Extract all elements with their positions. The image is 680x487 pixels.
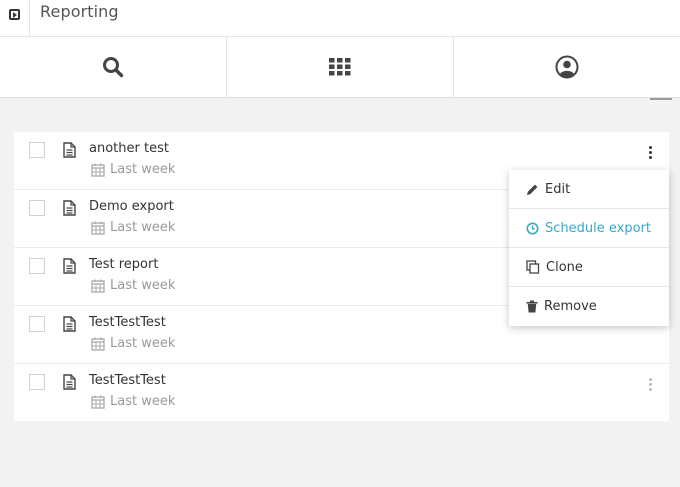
document-icon [63,258,76,274]
report-date: Last week [91,278,175,293]
calendar-icon [91,395,105,409]
trash-icon [526,300,538,313]
report-name[interactable]: TestTestTest [89,315,166,330]
row-checkbox[interactable] [29,142,45,158]
row-checkbox[interactable] [29,258,45,274]
report-name[interactable]: TestTestTest [89,373,166,388]
search-icon [103,57,124,78]
document-icon [63,200,76,216]
top-nav [0,37,680,98]
page-title: Reporting [40,2,119,21]
report-name[interactable]: another test [89,141,169,156]
pencil-icon [527,184,538,195]
calendar-icon [91,279,105,293]
toolbar-strip [0,98,680,108]
menu-item-remove[interactable]: Remove [509,287,669,326]
report-date: Last week [91,336,175,351]
more-options-icon[interactable] [642,374,658,394]
report-name[interactable]: Demo export [89,199,174,214]
tab-profile[interactable] [454,37,680,97]
clock-icon [526,222,539,234]
document-icon [63,142,76,158]
list-item[interactable]: TestTestTest Last week [14,364,669,421]
calendar-icon [91,221,105,235]
report-date: Last week [91,162,175,177]
app-menu-icon[interactable] [0,0,30,36]
context-menu: Edit Schedule export Clone Remove [509,170,669,326]
tab-apps[interactable] [227,37,454,97]
collapse-handle[interactable] [650,98,672,100]
copy-icon [526,260,540,274]
menu-item-clone[interactable]: Clone [509,248,669,287]
row-checkbox[interactable] [29,316,45,332]
more-options-icon[interactable] [642,142,658,162]
calendar-icon [91,337,105,351]
grid-icon [329,58,351,76]
calendar-icon [91,163,105,177]
report-date: Last week [91,220,175,235]
row-checkbox[interactable] [29,374,45,390]
report-name[interactable]: Test report [89,257,158,272]
report-date: Last week [91,394,175,409]
document-icon [63,374,76,390]
menu-item-schedule-export[interactable]: Schedule export [509,209,669,248]
tab-search[interactable] [0,37,227,97]
document-icon [63,316,76,332]
menu-item-edit[interactable]: Edit [509,170,669,209]
app-header: Reporting [0,0,680,37]
row-checkbox[interactable] [29,200,45,216]
user-icon [555,55,579,79]
